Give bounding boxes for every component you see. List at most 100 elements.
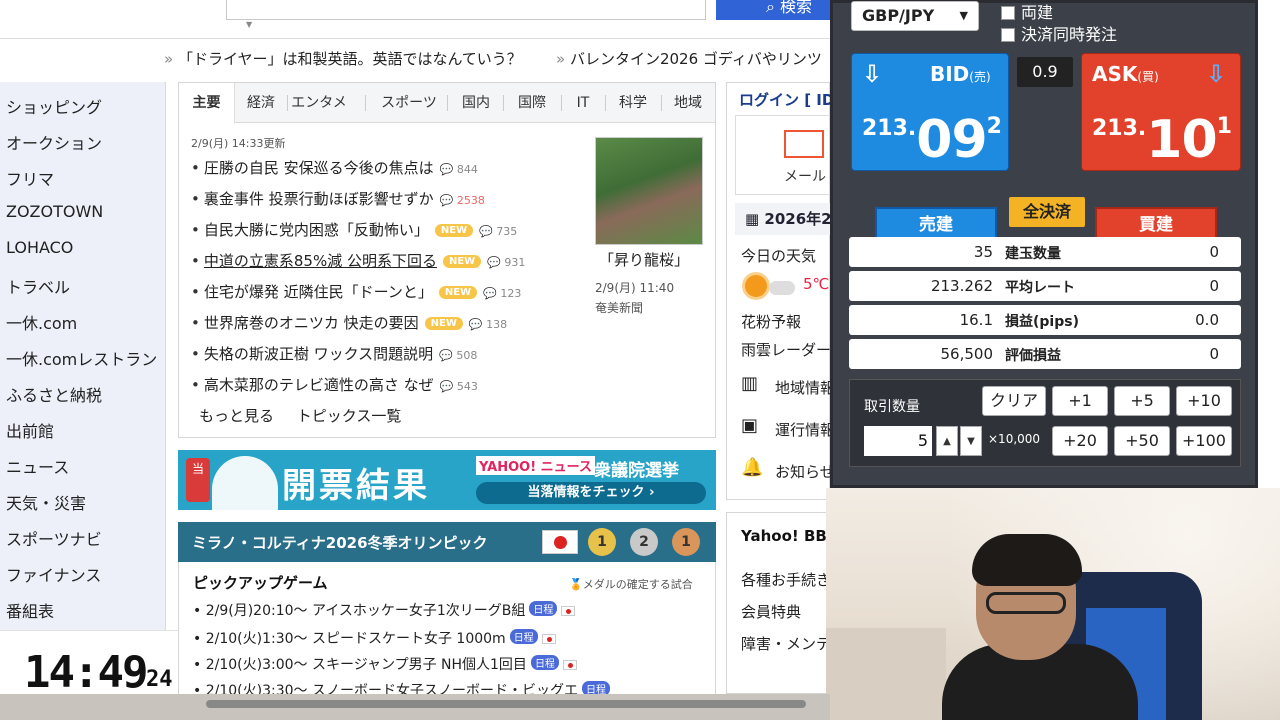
check-results-button[interactable]: 当落情報をチェック › [476, 482, 706, 504]
sidebar-item-auction[interactable]: オークション [6, 130, 102, 154]
schedule-tag[interactable]: 日程 [530, 655, 559, 670]
close-all-button[interactable]: 全決済 [1009, 197, 1085, 227]
comment-count: 💬 508 [439, 349, 477, 362]
plus-5-button[interactable]: +5 [1114, 386, 1170, 416]
ask-buy-button[interactable]: ASK(買) ⇩ 213.101 [1081, 53, 1241, 171]
mail-button[interactable]: メール [735, 115, 835, 195]
quantity-down-icon[interactable]: ▼ [960, 426, 982, 456]
plus-20-button[interactable]: +20 [1052, 426, 1108, 456]
comment-count: 💬 2538 [440, 194, 485, 207]
sidebar-item-ikyu-restaurant[interactable]: 一休.comレストラン [6, 346, 157, 370]
game-text: 2/10(火)3:00〜 スキージャンプ男子 NH個人1回目 [205, 657, 527, 673]
bid-sell-button[interactable]: ⇩ BID(売) 213.092 [851, 53, 1009, 171]
bid-sub-label: (売) [969, 70, 991, 84]
chevron-down-icon[interactable]: ▼ [246, 20, 252, 29]
japan-flag-icon [562, 660, 577, 670]
ticker-item-1[interactable]: » 「ドライヤー」は和製英語。英語ではなんていう？ [164, 39, 522, 78]
sidebar-item-lohaco[interactable]: LOHACO [6, 238, 73, 257]
plus-50-button[interactable]: +50 [1114, 426, 1170, 456]
tab-local[interactable]: 地域 [661, 83, 715, 123]
sidebar-item-zozotown[interactable]: ZOZOTOWN [6, 202, 103, 221]
sidebar-item-demaekan[interactable]: 出前館 [6, 418, 54, 442]
plus-1-button[interactable]: +1 [1052, 386, 1108, 416]
sidebar-item-sports[interactable]: スポーツナビ [6, 526, 102, 550]
game-item[interactable]: • 2/10(火)1:30〜 スピードスケート女子 1000m 日程 [193, 628, 556, 648]
sidebar-item-ikyu[interactable]: 一休.com [6, 310, 77, 334]
search-button[interactable]: ⌕ 検索 [716, 0, 836, 20]
sidebar-item-flea-market[interactable]: フリマ [6, 166, 54, 190]
tab-entertainment[interactable]: エンタメ [287, 83, 351, 123]
plus-100-button[interactable]: +100 [1176, 426, 1232, 456]
medal-note-text: メダルの確定する試合 [582, 578, 693, 591]
news-item[interactable]: • 失格の斯波正樹 ワックス問題説明 💬 508 [191, 343, 477, 364]
sidebar-item-news[interactable]: ニュース [6, 454, 69, 478]
sidebar-item-tv-guide[interactable]: 番組表 [6, 598, 54, 622]
tab-main[interactable]: 主要 [179, 83, 235, 124]
notice-link[interactable]: お知らせ [775, 461, 835, 482]
news-item[interactable]: • 世界席巻のオニツカ 快走の要因 NEW 💬 138 [191, 312, 507, 333]
tab-economy[interactable]: 経済 [235, 83, 287, 123]
sidebar-item-shopping[interactable]: ショッピング [6, 94, 102, 118]
photo-caption[interactable]: 「昇り龍桜」 [599, 249, 689, 270]
sidebar-item-finance[interactable]: ファイナンス [6, 562, 101, 586]
sidebar-item-weather[interactable]: 天気・災害 [6, 490, 86, 514]
news-item[interactable]: • 住宅が爆発 近隣住民「ドーンと」 NEW 💬 123 [191, 281, 521, 302]
bid-label-text: BID [930, 62, 970, 86]
news-photo[interactable] [595, 137, 703, 245]
news-item-title[interactable]: 中道の立憲系85%減 公明系下回る [204, 252, 437, 270]
news-item[interactable]: • 中道の立憲系85%減 公明系下回る NEW 💬 931 [191, 250, 525, 271]
bb-maintenance-link[interactable]: 障害・メンテ [741, 633, 831, 654]
news-item[interactable]: • 圧勝の自民 安保巡る今後の焦点は 💬 844 [191, 157, 478, 178]
game-item[interactable]: • 2/10(火)3:00〜 スキージャンプ男子 NH個人1回目 日程 [193, 654, 577, 674]
tab-domestic[interactable]: 国内 [447, 83, 505, 123]
schedule-tag[interactable]: 日程 [509, 629, 538, 644]
election-banner[interactable]: 当 開票結果 YAHOO! ニュース 衆議院選挙2026 当落情報をチェック › [178, 450, 716, 510]
currency-pair-select[interactable]: GBP/JPY ▼ [851, 1, 979, 31]
tab-international[interactable]: 国際 [503, 83, 561, 123]
news-item-title[interactable]: 自民大勝に党内困惑「反動怖い」 [204, 221, 429, 239]
scrollbar-thumb[interactable] [206, 700, 806, 708]
buy-position-header[interactable]: 買建 [1095, 207, 1217, 237]
plus-10-button[interactable]: +10 [1176, 386, 1232, 416]
bb-benefits-link[interactable]: 会員特典 [741, 601, 801, 622]
settle-order-checkbox[interactable]: 決済同時発注 [1001, 21, 1117, 45]
ask-label-text: ASK [1092, 62, 1138, 86]
tab-sports[interactable]: スポーツ [365, 83, 453, 123]
more-link[interactable]: もっと見る [199, 407, 274, 425]
tab-science[interactable]: 科学 [605, 83, 661, 123]
sell-position-header[interactable]: 売建 [875, 207, 997, 237]
news-item-title[interactable]: 裏金事件 投票行動ほぼ影響せずか [204, 190, 434, 208]
news-item[interactable]: • 高木菜那のテレビ適性の高さ なぜ 💬 543 [191, 374, 478, 395]
ask-sub-label: (買) [1137, 70, 1159, 84]
ticker-item-2[interactable]: » バレンタイン2026 ゴディバやリンツ [556, 39, 822, 78]
weather-link[interactable]: 今日の天気 [741, 245, 816, 266]
login-link[interactable]: ログイン [ ID [739, 89, 834, 110]
rain-radar-link[interactable]: 雨雲レーダー [741, 339, 831, 360]
news-item[interactable]: • 裏金事件 投票行動ほぼ影響せずか 💬 2538 [191, 188, 485, 209]
news-item-title[interactable]: 世界席巻のオニツカ 快走の要因 [204, 314, 419, 332]
quantity-up-icon[interactable]: ▲ [936, 426, 958, 456]
clear-button[interactable]: クリア [982, 386, 1046, 416]
sidebar-item-furusato[interactable]: ふるさと納税 [6, 382, 102, 406]
region-info-link[interactable]: 地域情報 [775, 377, 835, 398]
news-item-title[interactable]: 住宅が爆発 近隣住民「ドーンと」 [204, 283, 433, 301]
arrow-down-icon: ⇩ [862, 60, 883, 88]
pollen-link[interactable]: 花粉予報 [741, 311, 801, 332]
sell-value: 213.262 [930, 277, 993, 295]
sidebar-item-travel[interactable]: トラベル [6, 274, 70, 298]
quantity-input[interactable]: 5 [864, 426, 932, 456]
game-item[interactable]: • 2/9(月)20:10〜 アイスホッケー女子1次リーグB組 日程 [193, 600, 576, 620]
news-item[interactable]: • 自民大勝に党内困惑「反動怖い」 NEW 💬 735 [191, 219, 517, 240]
search-input[interactable] [226, 0, 706, 20]
tab-it[interactable]: IT [561, 83, 605, 123]
transit-info-link[interactable]: 運行情報 [775, 419, 835, 440]
olympics-header[interactable]: ミラノ・コルティナ2026冬季オリンピック 1 2 1 [178, 522, 716, 562]
topics-list-link[interactable]: トピックス一覧 [297, 407, 402, 425]
news-item-title[interactable]: 高木菜那のテレビ適性の高さ なぜ [204, 376, 434, 394]
news-item-title[interactable]: 失格の斯波正樹 ワックス問題説明 [204, 345, 433, 363]
hedge-checkbox[interactable]: 両建 [1001, 0, 1053, 23]
news-item-title[interactable]: 圧勝の自民 安保巡る今後の焦点は [204, 159, 434, 177]
bb-procedures-link[interactable]: 各種お手続き [741, 569, 831, 590]
schedule-tag[interactable]: 日程 [529, 601, 558, 616]
horizontal-scrollbar[interactable] [0, 694, 830, 720]
